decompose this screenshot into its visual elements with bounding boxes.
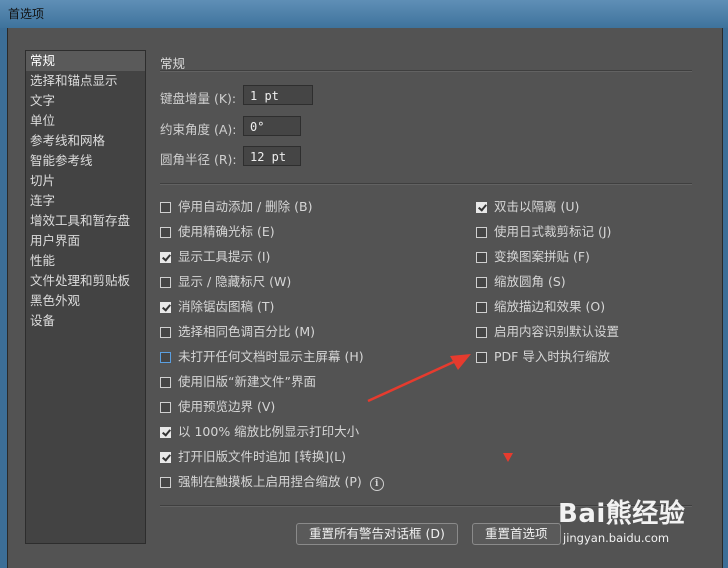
option-append-convert[interactable]: 打开旧版文件时追加 [转换](L) (160, 447, 346, 467)
checkbox-checked[interactable] (160, 252, 171, 263)
sidebar-item-user-interface[interactable]: 用户界面 (26, 231, 145, 251)
option-label: 启用内容识别默认设置 (494, 324, 620, 339)
baidu-watermark: Bai熊经验 jingyan.baidu.com (558, 493, 686, 545)
option-label: 使用旧版“新建文件”界面 (178, 374, 316, 389)
divider (160, 183, 692, 185)
sidebar-item-smart-guides[interactable]: 智能参考线 (26, 151, 145, 171)
checkbox[interactable] (160, 477, 171, 488)
checkbox-checked[interactable] (160, 452, 171, 463)
option-anti-aliased-artwork[interactable]: 消除锯齿图稿 (T) (160, 297, 274, 317)
option-label: 变换图案拼贴 (F) (494, 249, 590, 264)
window-title: 首选项 (8, 7, 45, 21)
red-triangle-marker (503, 453, 513, 462)
option-precise-cursors[interactable]: 使用精确光标 (E) (160, 222, 275, 242)
sidebar-item-selection-anchor[interactable]: 选择和锚点显示 (26, 71, 145, 91)
option-label: 强制在触摸板上启用捏合缩放 (P) (178, 474, 362, 489)
checkbox[interactable] (160, 202, 171, 213)
option-pinch-zoom[interactable]: 强制在触摸板上启用捏合缩放 (P) i (160, 472, 384, 492)
category-sidebar: 常规 选择和锚点显示 文字 单位 参考线和网格 智能参考线 切片 连字 增效工具… (25, 50, 146, 544)
checkbox-checked[interactable] (160, 427, 171, 438)
arrow-shaft (367, 358, 459, 403)
option-label: 消除锯齿图稿 (T) (178, 299, 275, 314)
option-label: 显示工具提示 (I) (178, 249, 271, 264)
option-show-hide-rulers[interactable]: 显示 / 隐藏标尺 (W) (160, 272, 291, 292)
option-label: 以 100% 缩放比例显示打印大小 (178, 424, 360, 439)
checkbox[interactable] (476, 302, 487, 313)
option-scale-corners[interactable]: 缩放圆角 (S) (476, 272, 566, 292)
option-label: PDF 导入时执行缩放 (494, 349, 610, 364)
option-show-tool-tips[interactable]: 显示工具提示 (I) (160, 247, 270, 267)
constrain-angle-label: 约束角度 (A): (160, 122, 237, 137)
option-double-click-isolate[interactable]: 双击以隔离 (U) (476, 197, 579, 217)
checkbox[interactable] (476, 327, 487, 338)
corner-radius-field[interactable]: 12 pt (243, 146, 301, 166)
option-label: 使用日式裁剪标记 (J) (494, 224, 612, 239)
sidebar-item-general[interactable]: 常规 (26, 51, 145, 71)
checkbox-checked[interactable] (160, 302, 171, 313)
sidebar-item-guides-grid[interactable]: 参考线和网格 (26, 131, 145, 151)
option-label: 缩放描边和效果 (O) (494, 299, 606, 314)
option-label: 双击以隔离 (U) (494, 199, 580, 214)
sidebar-item-performance[interactable]: 性能 (26, 251, 145, 271)
keyboard-increment-label: 键盘增量 (K): (160, 91, 237, 106)
option-label: 打开旧版文件时追加 [转换](L) (178, 449, 346, 464)
sidebar-item-hyphenation[interactable]: 连字 (26, 191, 145, 211)
keyboard-increment-field[interactable]: 1 pt (243, 85, 313, 105)
preferences-dialog: 常规 选择和锚点显示 文字 单位 参考线和网格 智能参考线 切片 连字 增效工具… (7, 28, 723, 568)
option-label: 缩放圆角 (S) (494, 274, 566, 289)
option-transform-pattern[interactable]: 变换图案拼贴 (F) (476, 247, 590, 267)
reset-preferences-button[interactable]: 重置首选项 (472, 523, 561, 545)
checkbox[interactable] (476, 227, 487, 238)
option-label: 使用预览边界 (V) (178, 399, 276, 414)
checkbox[interactable] (160, 227, 171, 238)
checkbox-focused[interactable] (160, 352, 171, 363)
option-label: 选择相同色调百分比 (M) (178, 324, 316, 339)
info-icon[interactable]: i (369, 477, 384, 491)
option-content-aware-defaults[interactable]: 启用内容识别默认设置 (476, 322, 619, 342)
reset-all-warnings-button[interactable]: 重置所有警告对话框 (D) (296, 523, 458, 545)
sidebar-item-slices[interactable]: 切片 (26, 171, 145, 191)
sidebar-item-black-appearance[interactable]: 黑色外观 (26, 291, 145, 311)
checkbox[interactable] (476, 252, 487, 263)
checkbox[interactable] (160, 277, 171, 288)
checkbox-checked[interactable] (476, 202, 487, 213)
sidebar-item-devices[interactable]: 设备 (26, 311, 145, 331)
sidebar-item-plugins-scratch[interactable]: 增效工具和暂存盘 (26, 211, 145, 231)
option-scale-pdf-import[interactable]: PDF 导入时执行缩放 (476, 347, 610, 367)
watermark-url: jingyan.baidu.com (563, 531, 670, 545)
title-bar: 首选项 (0, 0, 728, 28)
option-label: 停用自动添加 / 删除 (B) (178, 199, 313, 214)
option-preview-bounds[interactable]: 使用预览边界 (V) (160, 397, 275, 417)
sidebar-item-file-clipboard[interactable]: 文件处理和剪贴板 (26, 271, 145, 291)
checkbox[interactable] (160, 327, 171, 338)
option-disable-auto-add-delete[interactable]: 停用自动添加 / 删除 (B) (160, 197, 312, 217)
constrain-angle-field[interactable]: 0° (243, 116, 301, 136)
option-show-home-screen[interactable]: 未打开任何文档时显示主屏幕 (H) (160, 347, 364, 367)
baidu-jingyan-logo: Bai熊经验 (558, 499, 686, 529)
option-label: 未打开任何文档时显示主屏幕 (H) (178, 349, 364, 364)
red-arrow-annotation (367, 354, 471, 403)
option-japanese-crop-marks[interactable]: 使用日式裁剪标记 (J) (476, 222, 611, 242)
sidebar-item-type[interactable]: 文字 (26, 91, 145, 111)
checkbox[interactable] (160, 377, 171, 388)
corner-radius-label: 圆角半径 (R): (160, 152, 237, 167)
option-label: 显示 / 隐藏标尺 (W) (178, 274, 292, 289)
option-legacy-new-document[interactable]: 使用旧版“新建文件”界面 (160, 372, 316, 392)
option-label: 使用精确光标 (E) (178, 224, 275, 239)
checkbox[interactable] (476, 277, 487, 288)
checkbox[interactable] (160, 402, 171, 413)
option-print-size-100[interactable]: 以 100% 缩放比例显示打印大小 (160, 422, 359, 442)
sidebar-item-units[interactable]: 单位 (26, 111, 145, 131)
divider (160, 70, 692, 72)
option-select-same-tint[interactable]: 选择相同色调百分比 (M) (160, 322, 315, 342)
option-scale-strokes-effects[interactable]: 缩放描边和效果 (O) (476, 297, 605, 317)
